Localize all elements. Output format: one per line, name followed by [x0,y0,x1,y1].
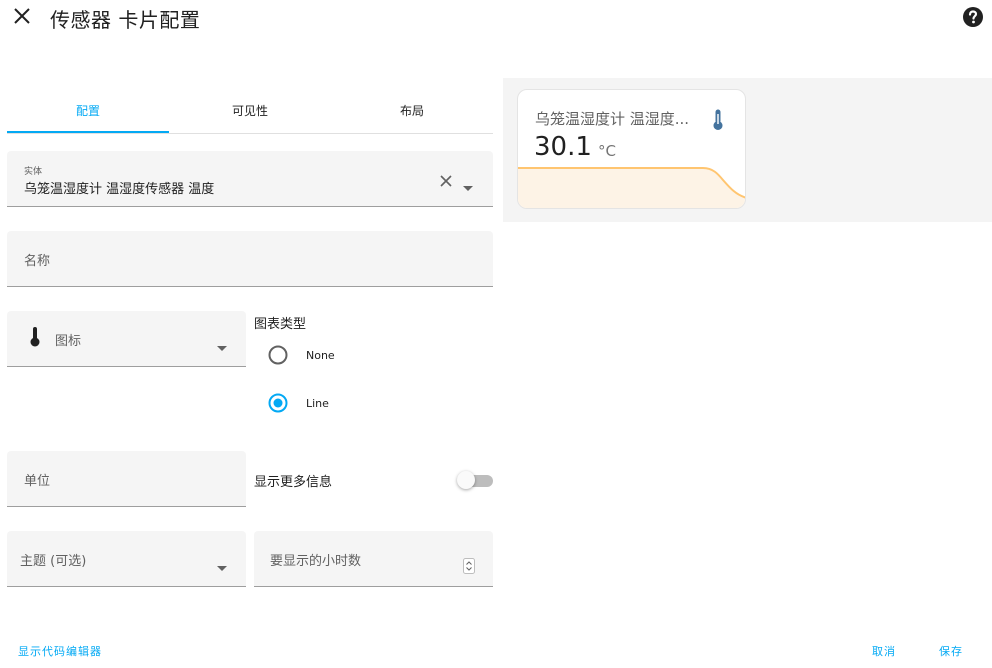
icon-picker[interactable]: 图标 [7,311,246,367]
tab-visibility[interactable]: 可见性 [169,88,331,133]
radio-unchecked-icon[interactable] [268,345,288,365]
radio-label-line: Line [306,396,329,410]
radio-label-none: None [306,348,335,362]
thermometer-icon [711,109,725,131]
sensor-card-preview[interactable]: 乌笼温湿度计 温湿度... 30.1 °C [517,89,746,209]
show-more-info-label: 显示更多信息 [254,475,333,490]
theme-select[interactable]: 主题 (可选) [7,531,246,587]
radio-option-none[interactable]: None [268,345,335,365]
tab-visibility-label: 可见性 [231,104,268,118]
card-history-graph [518,167,745,208]
card-entity-name: 乌笼温湿度计 温湿度... [535,110,690,128]
unit-field[interactable]: 单位 [7,451,246,507]
card-state-value: 30.1 [534,132,592,162]
hours-to-show-placeholder: 要显示的小时数 [270,554,362,569]
tab-config[interactable]: 配置 [7,88,169,133]
close-icon[interactable] [10,4,34,28]
toggle-thumb[interactable] [457,471,475,489]
theme-field-placeholder: 主题 (可选) [20,554,87,569]
card-state-unit: °C [598,142,616,160]
entity-field-label: 实体 [24,167,43,177]
hours-to-show-field[interactable]: 要显示的小时数 [254,531,493,587]
unit-field-placeholder: 单位 [24,474,51,489]
cancel-button[interactable]: 取消 [872,643,896,659]
entity-picker[interactable]: 实体 乌笼温湿度计 温湿度传感器 温度 [7,151,493,207]
dialog-title: 传感器 卡片配置 [50,8,201,32]
show-more-info-toggle[interactable] [457,471,493,489]
entity-field-value: 乌笼温湿度计 温湿度传感器 温度 [24,182,215,197]
name-field-placeholder: 名称 [24,254,51,269]
thermometer-icon [29,327,41,347]
tab-active-indicator [7,131,169,133]
tab-layout-label: 布局 [399,104,424,118]
chevron-down-icon[interactable] [463,177,473,191]
radio-checked-icon[interactable] [268,393,288,413]
dialog-header: 传感器 卡片配置 [0,0,992,40]
chevron-down-icon[interactable] [217,557,227,571]
radio-option-line[interactable]: Line [268,393,329,413]
number-stepper-icon[interactable] [463,558,475,574]
tab-layout[interactable]: 布局 [331,88,493,133]
tab-config-label: 配置 [75,104,100,118]
chart-type-label: 图表类型 [254,317,307,332]
chevron-down-icon[interactable] [217,337,227,351]
name-field[interactable]: 名称 [7,231,493,287]
save-button[interactable]: 保存 [939,643,963,659]
show-code-editor-button[interactable]: 显示代码编辑器 [18,643,102,659]
icon-field-placeholder: 图标 [55,334,82,349]
help-circle-icon[interactable] [962,6,984,28]
tab-bar: 配置 可见性 布局 [7,88,493,134]
clear-icon[interactable] [439,173,453,187]
